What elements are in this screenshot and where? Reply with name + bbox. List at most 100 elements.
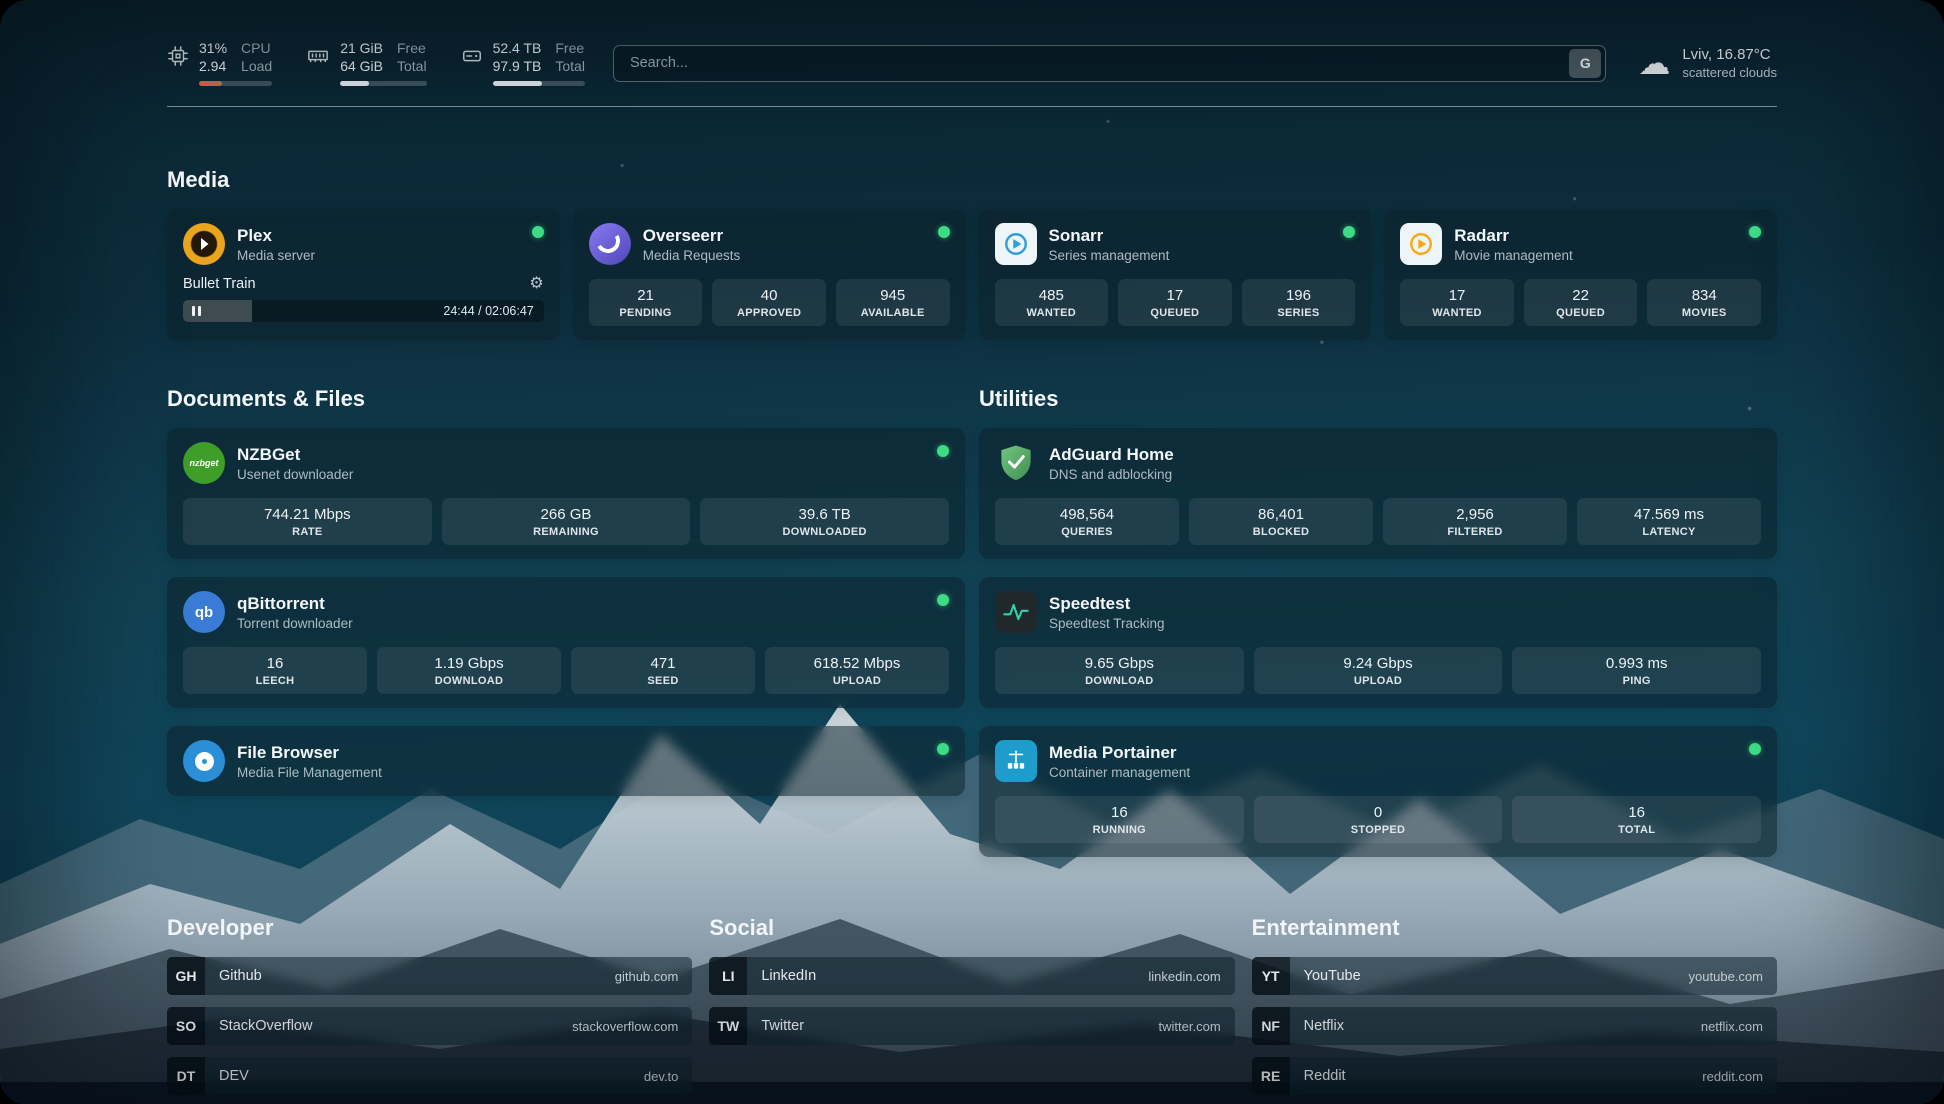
stat-queries: 498,564 QUERIES (995, 498, 1179, 545)
dev-icon: DT (167, 1057, 205, 1095)
stat-queued: 22 QUEUED (1524, 279, 1638, 326)
service-card-filebrowser[interactable]: File Browser Media File Management (167, 726, 965, 796)
service-name: qBittorrent (237, 594, 353, 614)
bookmarks-entertainment: Entertainment YT YouTube youtube.com NF … (1252, 915, 1777, 1095)
documents-section-title: Documents & Files (167, 386, 965, 412)
bookmark-youtube[interactable]: YT YouTube youtube.com (1252, 957, 1777, 995)
adguard-icon (995, 442, 1037, 484)
stat-upload: 9.24 Gbps UPLOAD (1254, 647, 1503, 694)
bookmark-linkedin[interactable]: LI LinkedIn linkedin.com (709, 957, 1234, 995)
service-subtitle: Container management (1049, 765, 1190, 780)
service-subtitle: DNS and adblocking (1049, 467, 1174, 482)
section-media: Media Plex Media server (167, 167, 1777, 340)
youtube-icon: YT (1252, 957, 1290, 995)
search-engine-button[interactable]: G (1569, 49, 1601, 78)
status-dot (1749, 743, 1761, 755)
disk-usage-fill (493, 81, 543, 86)
stat-wanted: 17 WANTED (1400, 279, 1514, 326)
pause-icon[interactable] (192, 306, 201, 316)
ram-usage-bar (340, 81, 426, 86)
stat-leech: 16 LEECH (183, 647, 367, 694)
ram-total-value: 64 GiB (340, 58, 383, 75)
cpu-usage-fill (199, 81, 222, 86)
weather-widget: ☁ Lviv, 16.87°C scattered clouds (1638, 46, 1777, 80)
entertainment-section-title: Entertainment (1252, 915, 1777, 941)
sonarr-icon (995, 223, 1037, 265)
service-card-adguard[interactable]: AdGuard Home DNS and adblocking 498,564 … (979, 428, 1777, 559)
stat-pending: 21 PENDING (589, 279, 703, 326)
service-subtitle: Media Requests (643, 248, 741, 263)
cpu-icon (167, 45, 189, 72)
portainer-icon (995, 740, 1037, 782)
bookmark-reddit[interactable]: RE Reddit reddit.com (1252, 1057, 1777, 1095)
service-subtitle: Speedtest Tracking (1049, 616, 1165, 631)
service-card-qbittorrent[interactable]: qb qBittorrent Torrent downloader 16 LEE… (167, 577, 965, 708)
top-bar: 31% 2.94 CPU Load (167, 0, 1777, 86)
utilities-section-title: Utilities (979, 386, 1777, 412)
status-dot (1343, 226, 1355, 238)
stat-movies: 834 MOVIES (1647, 279, 1761, 326)
bookmark-dev[interactable]: DT DEV dev.to (167, 1057, 692, 1095)
radarr-icon (1400, 223, 1442, 265)
nzbget-icon: nzbget (183, 442, 225, 484)
service-card-overseerr[interactable]: Overseerr Media Requests 21 PENDING 40 A… (573, 209, 966, 340)
weather-location: Lviv, 16.87°C (1682, 46, 1777, 63)
cpu-load-label: Load (241, 58, 272, 75)
status-dot (1749, 226, 1761, 238)
stat-blocked: 86,401 BLOCKED (1189, 498, 1373, 545)
service-name: File Browser (237, 743, 382, 763)
search-input[interactable] (628, 54, 1569, 72)
bookmarks-social: Social LI LinkedIn linkedin.com TW Twitt… (709, 915, 1234, 1095)
ram-usage-fill (340, 81, 369, 86)
cpu-load-value: 2.94 (199, 58, 227, 75)
cpu-usage-bar (199, 81, 272, 86)
service-name: Radarr (1454, 226, 1573, 246)
bookmarks-developer: Developer GH Github github.com SO StackO… (167, 915, 692, 1095)
plex-icon (183, 223, 225, 265)
service-card-sonarr[interactable]: Sonarr Series management 485 WANTED 17 Q… (979, 209, 1372, 340)
bookmark-stackoverflow[interactable]: SO StackOverflow stackoverflow.com (167, 1007, 692, 1045)
stat-series: 196 SERIES (1242, 279, 1356, 326)
bookmark-twitter[interactable]: TW Twitter twitter.com (709, 1007, 1234, 1045)
bookmark-netflix[interactable]: NF Netflix netflix.com (1252, 1007, 1777, 1045)
service-name: AdGuard Home (1049, 445, 1174, 465)
ram-widget: 21 GiB 64 GiB Free Total (306, 40, 426, 86)
gear-icon[interactable]: ⚙ (529, 276, 543, 292)
stat-approved: 40 APPROVED (712, 279, 826, 326)
weather-condition: scattered clouds (1682, 65, 1777, 80)
stat-download: 1.19 Gbps DOWNLOAD (377, 647, 561, 694)
disk-icon (461, 45, 483, 72)
service-card-speedtest[interactable]: Speedtest Speedtest Tracking 9.65 Gbps D… (979, 577, 1777, 708)
ram-free-label: Free (397, 40, 427, 57)
status-dot (937, 594, 949, 606)
resource-widgets: 31% 2.94 CPU Load (167, 40, 585, 86)
disk-widget: 52.4 TB 97.9 TB Free Total (461, 40, 585, 86)
disk-free-label: Free (555, 40, 585, 57)
stat-running: 16 RUNNING (995, 796, 1244, 843)
stat-available: 945 AVAILABLE (836, 279, 950, 326)
service-name: NZBGet (237, 445, 353, 465)
disk-usage-bar (493, 81, 585, 86)
status-dot (937, 445, 949, 457)
ram-free-value: 21 GiB (340, 40, 383, 57)
bookmark-github[interactable]: GH Github github.com (167, 957, 692, 995)
service-subtitle: Movie management (1454, 248, 1573, 263)
service-card-portainer[interactable]: Media Portainer Container management 16 … (979, 726, 1777, 857)
now-playing-title: Bullet Train (183, 276, 256, 292)
service-name: Overseerr (643, 226, 741, 246)
service-subtitle: Media server (237, 248, 315, 263)
github-icon: GH (167, 957, 205, 995)
now-playing-progress-bar[interactable]: 24:44 / 02:06:47 (183, 300, 544, 322)
stat-queued: 17 QUEUED (1118, 279, 1232, 326)
disk-free-value: 52.4 TB (493, 40, 542, 57)
service-card-nzbget[interactable]: nzbget NZBGet Usenet downloader 744.21 M… (167, 428, 965, 559)
status-dot (938, 226, 950, 238)
cpu-widget: 31% 2.94 CPU Load (167, 40, 272, 86)
service-card-radarr[interactable]: Radarr Movie management 17 WANTED 22 QUE… (1384, 209, 1777, 340)
status-dot (532, 226, 544, 238)
overseerr-icon (589, 223, 631, 265)
service-subtitle: Usenet downloader (237, 467, 353, 482)
service-card-plex[interactable]: Plex Media server Bullet Train ⚙ 24:44 /… (167, 209, 560, 340)
stat-filtered: 2,956 FILTERED (1383, 498, 1567, 545)
filebrowser-icon (183, 740, 225, 782)
